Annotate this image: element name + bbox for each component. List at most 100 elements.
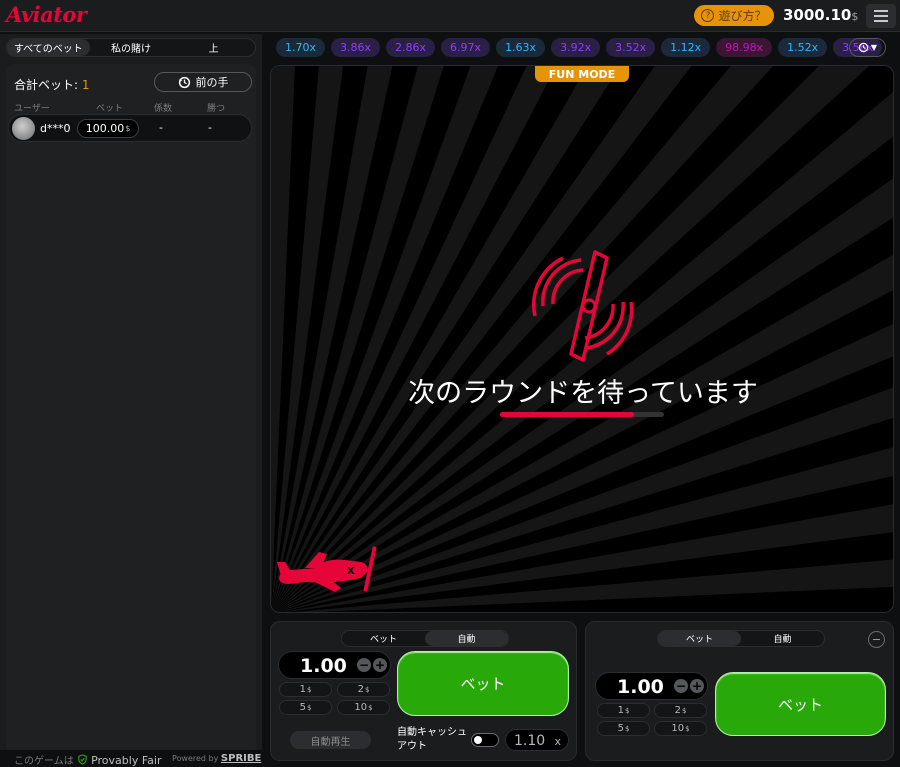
stake-value: 1.00 [300, 655, 347, 677]
quick-bet-2-currency: $ [364, 685, 370, 694]
footer-prefix: このゲームは [14, 756, 74, 767]
quick-bet-10[interactable]: 10 $ [654, 721, 707, 736]
col-bet: ベット [96, 104, 124, 114]
quick-bet-2[interactable]: 2 $ [654, 703, 707, 718]
quick-bet-10-value: 10 [354, 702, 368, 713]
provably-fair-link[interactable]: このゲームは Provably Fair [14, 752, 161, 767]
quick-bet-5[interactable]: 5 $ [279, 700, 332, 715]
fun-mode-badge: FUN MODE [535, 66, 629, 82]
balance: 3000.10$ [783, 6, 858, 24]
row-coefficient: - [159, 121, 163, 134]
history-clock-icon [858, 42, 869, 53]
total-bets-label: 合計ベット: [14, 78, 79, 92]
bet-panel-2-tabs: ベット 自動 [657, 630, 825, 647]
spribe-logo: SPRIBE [220, 753, 262, 764]
row-bet-value: 100.00 [85, 122, 125, 135]
tab-bet[interactable]: ベット [342, 631, 425, 646]
how-to-play-label: 遊び方？ [718, 9, 767, 23]
bets-list-card: 合計ベット: 1 前の手 ユーザー ベット 係数 勝つ d***0 100.00… [6, 64, 256, 754]
quick-bet-10[interactable]: 10 $ [337, 700, 390, 715]
avatar [12, 117, 35, 140]
table-row: d***0 100.00 $ - - [8, 114, 252, 142]
history-multiplier[interactable]: 1.52x [778, 38, 828, 57]
quick-bet-5-currency: $ [306, 703, 312, 712]
shield-check-icon [78, 754, 87, 765]
plus-icon[interactable]: + [373, 658, 387, 672]
tab-my-bets[interactable]: 私の賭け [90, 39, 173, 56]
balance-amount: 3000.10 [783, 6, 852, 24]
bet-button[interactable]: ベット [397, 651, 569, 716]
history-toggle-button[interactable]: ▼ [849, 38, 886, 57]
auto-cashout-label: 自動キャッシュアウト [397, 727, 467, 752]
col-win: 勝つ [207, 104, 226, 114]
bet-panel-2: ベット 自動 1.00 − + 1 $ 2 $ 5 $ 10 $ ベット [585, 621, 894, 761]
previous-hand-button[interactable]: 前の手 [154, 72, 252, 92]
history-multiplier[interactable]: 3.86x [331, 38, 381, 57]
balance-currency: $ [851, 10, 859, 23]
bets-tabs: すべてのベット 私の賭け 上 [6, 38, 256, 57]
col-coefficient: 係数 [154, 104, 173, 114]
tab-auto[interactable]: 自動 [741, 631, 824, 646]
how-to-play-button[interactable]: ? 遊び方？ [694, 5, 774, 26]
auto-cashout-toggle[interactable] [471, 733, 499, 747]
autoplay-button[interactable]: 自動再生 [290, 731, 371, 749]
history-multiplier[interactable]: 98.98x [716, 38, 773, 57]
quick-bet-1-value: 1 [299, 684, 306, 695]
chevron-down-icon: ▼ [870, 43, 878, 52]
bet-button[interactable]: ベット [715, 672, 886, 736]
powered-by: Powered by SPRIBE [172, 753, 261, 764]
quick-bet-10-currency: $ [368, 703, 373, 712]
quick-bet-2-value: 2 [674, 705, 681, 716]
history-multiplier[interactable]: 2.86x [386, 38, 436, 57]
history-multiplier[interactable]: 6.97x [441, 38, 491, 57]
quick-bet-1-currency: $ [624, 706, 630, 715]
tab-all-bets[interactable]: すべてのベット [7, 39, 90, 56]
previous-hand-label: 前の手 [195, 76, 229, 89]
minus-icon[interactable]: − [357, 658, 371, 672]
auto-cashout-input[interactable]: 1.10 x [505, 729, 569, 751]
row-user: d***0 [40, 122, 71, 135]
history-clock-icon [178, 76, 190, 88]
provably-fair-footer: このゲームは Provably Fair Powered by SPRIBE [0, 750, 262, 767]
history-multiplier[interactable]: 3.92x [551, 38, 601, 57]
quick-bet-1-value: 1 [617, 705, 624, 716]
quick-bet-5[interactable]: 5 $ [597, 721, 650, 736]
quick-bet-5-currency: $ [624, 724, 630, 733]
round-progress-fill [500, 412, 635, 417]
tab-bet[interactable]: ベット [658, 631, 741, 646]
quick-bet-10-value: 10 [671, 723, 685, 734]
hamburger-menu-icon[interactable] [866, 4, 896, 28]
history-multiplier[interactable]: 1.63x [496, 38, 546, 57]
quick-bet-5-value: 5 [617, 723, 624, 734]
auto-cashout-suffix: x [554, 735, 561, 748]
quick-bet-1[interactable]: 1 $ [597, 703, 650, 718]
history-multiplier[interactable]: 1.12x [661, 38, 711, 57]
help-icon: ? [701, 9, 715, 22]
history-multiplier[interactable]: 3.52x [606, 38, 656, 57]
quick-bet-5-value: 5 [299, 702, 306, 713]
quick-bet-1[interactable]: 1 $ [279, 682, 332, 697]
row-bet-currency: $ [125, 124, 131, 133]
aviator-logo: Aviator [6, 2, 87, 27]
remove-panel-icon[interactable] [868, 631, 885, 648]
tab-auto[interactable]: 自動 [425, 631, 508, 646]
stake-input[interactable]: 1.00 − + [278, 651, 391, 679]
row-bet-amount: 100.00 $ [77, 119, 139, 138]
svg-text:X: X [347, 566, 355, 577]
round-progress-bar [500, 412, 664, 417]
quick-bet-2-value: 2 [357, 684, 364, 695]
quick-bet-2-currency: $ [681, 706, 687, 715]
quick-bet-2[interactable]: 2 $ [337, 682, 390, 697]
minus-icon[interactable]: − [674, 679, 688, 693]
airplane-icon: X [277, 546, 377, 592]
auto-cashout-value: 1.10 [514, 733, 546, 749]
stake-value: 1.00 [617, 676, 664, 698]
stake-input[interactable]: 1.00 − + [595, 672, 708, 700]
tab-top[interactable]: 上 [172, 39, 255, 56]
plus-icon[interactable]: + [690, 679, 704, 693]
bet-panel-1: ベット 自動 1.00 − + 1 $ 2 $ 5 $ 10 $ ベット 自動再生 自動… [270, 621, 577, 761]
top-bar: Aviator ? 遊び方？ 3000.10$ [0, 0, 900, 32]
multiplier-history: 1.70x 3.86x 2.86x 6.97x 1.63x 3.92x 3.52x 1.12x… [276, 38, 883, 58]
history-multiplier[interactable]: 1.70x [276, 38, 326, 57]
game-canvas: FUN MODE 次のラウンドを待っています X [270, 65, 894, 613]
